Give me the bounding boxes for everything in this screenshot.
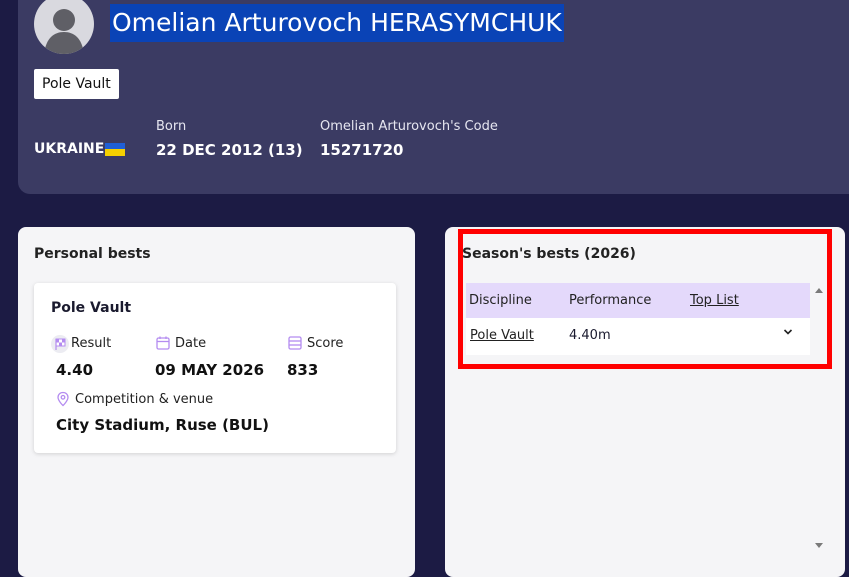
result-value: 4.40 xyxy=(56,361,94,379)
seasons-bests-card: Season's bests (2026) xyxy=(445,227,845,577)
score-label: Score xyxy=(287,335,343,351)
personal-bests-card: Personal bests Pole Vault Result 4.40 Da… xyxy=(18,227,415,577)
avatar xyxy=(34,0,94,54)
date-value: 09 MAY 2026 xyxy=(155,361,265,379)
venue-label-text: Competition & venue xyxy=(75,391,214,407)
result-label-text: Result xyxy=(71,335,112,351)
date-label: Date xyxy=(155,335,206,351)
user-avatar-icon xyxy=(44,9,84,54)
chevron-down-icon[interactable] xyxy=(782,326,794,342)
seasons-bests-table: Discipline Performance Top List Pole Vau… xyxy=(466,283,810,355)
calendar-icon xyxy=(155,335,171,351)
venue-value: City Stadium, Ruse (BUL) xyxy=(56,416,269,434)
born-value: 22 DEC 2012 (13) xyxy=(156,141,303,159)
performance-value: 4.40m xyxy=(569,328,611,343)
born-label: Born xyxy=(156,119,187,134)
pb-discipline-title: Pole Vault xyxy=(51,300,132,316)
pb-pole-vault-card: Pole Vault Result 4.40 Date 09 MAY 2026 … xyxy=(34,283,396,453)
date-label-text: Date xyxy=(175,335,207,351)
scroll-down-icon[interactable] xyxy=(814,542,824,552)
ukraine-flag-icon xyxy=(105,142,126,156)
score-icon xyxy=(287,335,303,351)
table-row[interactable]: Pole Vault 4.40m xyxy=(466,318,810,354)
athlete-name: Omelian Arturovoch HERASYMCHUK xyxy=(110,4,564,42)
column-top-list-link[interactable]: Top List xyxy=(690,293,739,308)
scroll-up-icon[interactable] xyxy=(814,286,824,296)
personal-bests-title: Personal bests xyxy=(34,246,151,262)
venue-label: Competition & venue xyxy=(55,391,213,407)
location-pin-icon xyxy=(55,391,71,407)
column-performance: Performance xyxy=(569,293,652,308)
flag-icon xyxy=(51,335,69,353)
seasons-bests-title: Season's bests (2026) xyxy=(462,246,636,262)
code-value: 15271720 xyxy=(320,141,404,159)
country-name: UKRAINE xyxy=(34,141,105,157)
column-discipline: Discipline xyxy=(469,293,532,308)
score-label-text: Score xyxy=(307,335,344,351)
score-value: 833 xyxy=(287,361,319,379)
country: UKRAINE xyxy=(34,141,126,157)
discipline-link[interactable]: Pole Vault xyxy=(470,328,534,343)
event-tag: Pole Vault xyxy=(34,69,119,99)
result-label: Result xyxy=(51,335,112,353)
table-header: Discipline Performance Top List xyxy=(466,283,810,318)
code-label: Omelian Arturovoch's Code xyxy=(320,119,498,134)
